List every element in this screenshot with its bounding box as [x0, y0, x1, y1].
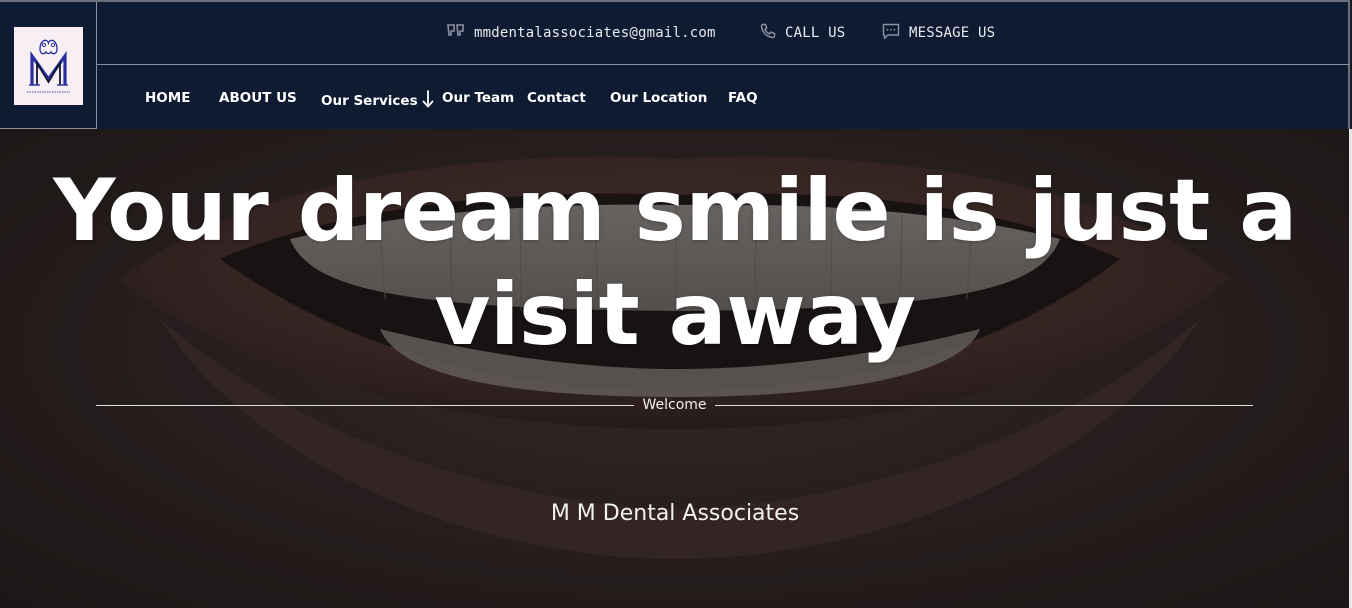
nav-item-our-location[interactable]: Our Location	[610, 90, 707, 106]
divider-line-right	[715, 405, 1253, 406]
site-header: mmdentalassociates@gmail.com CALL US MES…	[0, 0, 1350, 129]
nav-item-our-services-label: Our Services	[321, 93, 418, 109]
message-us-link[interactable]: MESSAGE US	[882, 23, 995, 43]
phone-icon	[760, 23, 776, 43]
nav-item-contact[interactable]: Contact	[527, 90, 586, 106]
quote-icon	[447, 24, 465, 42]
chat-icon	[882, 23, 900, 44]
hero-headline-line-1: Your dream smile is just a	[53, 161, 1297, 261]
welcome-divider: Welcome	[96, 395, 1253, 415]
welcome-label: Welcome	[642, 397, 707, 413]
hero-headline-line-2: visit away	[434, 265, 916, 365]
arrow-down-icon	[422, 90, 434, 112]
nav-item-faq[interactable]: FAQ	[728, 90, 758, 106]
main-nav: HOME ABOUT US Our Services Our Team Cont…	[97, 66, 1350, 129]
hero-headline: Your dream smile is just a visit away	[0, 159, 1350, 367]
page: mmdentalassociates@gmail.com CALL US MES…	[0, 0, 1352, 608]
divider-line-left	[96, 405, 634, 406]
tooth-monogram-icon	[27, 39, 70, 93]
logo-cell	[0, 2, 97, 129]
email-text: mmdentalassociates@gmail.com	[474, 25, 716, 41]
nav-item-home[interactable]: HOME	[145, 90, 190, 106]
contact-bar: mmdentalassociates@gmail.com CALL US MES…	[97, 2, 1350, 65]
email-link[interactable]: mmdentalassociates@gmail.com	[447, 23, 716, 43]
call-us-text: CALL US	[785, 25, 846, 41]
nav-item-about-us[interactable]: ABOUT US	[219, 90, 297, 106]
hero-subtitle: M M Dental Associates	[550, 501, 800, 526]
nav-item-our-services[interactable]: Our Services	[321, 90, 434, 112]
message-us-text: MESSAGE US	[909, 25, 996, 41]
nav-item-our-team[interactable]: Our Team	[442, 90, 514, 106]
site-logo[interactable]	[14, 27, 83, 105]
call-us-link[interactable]: CALL US	[760, 23, 845, 43]
hero-section: Your dream smile is just a visit away We…	[0, 129, 1352, 608]
